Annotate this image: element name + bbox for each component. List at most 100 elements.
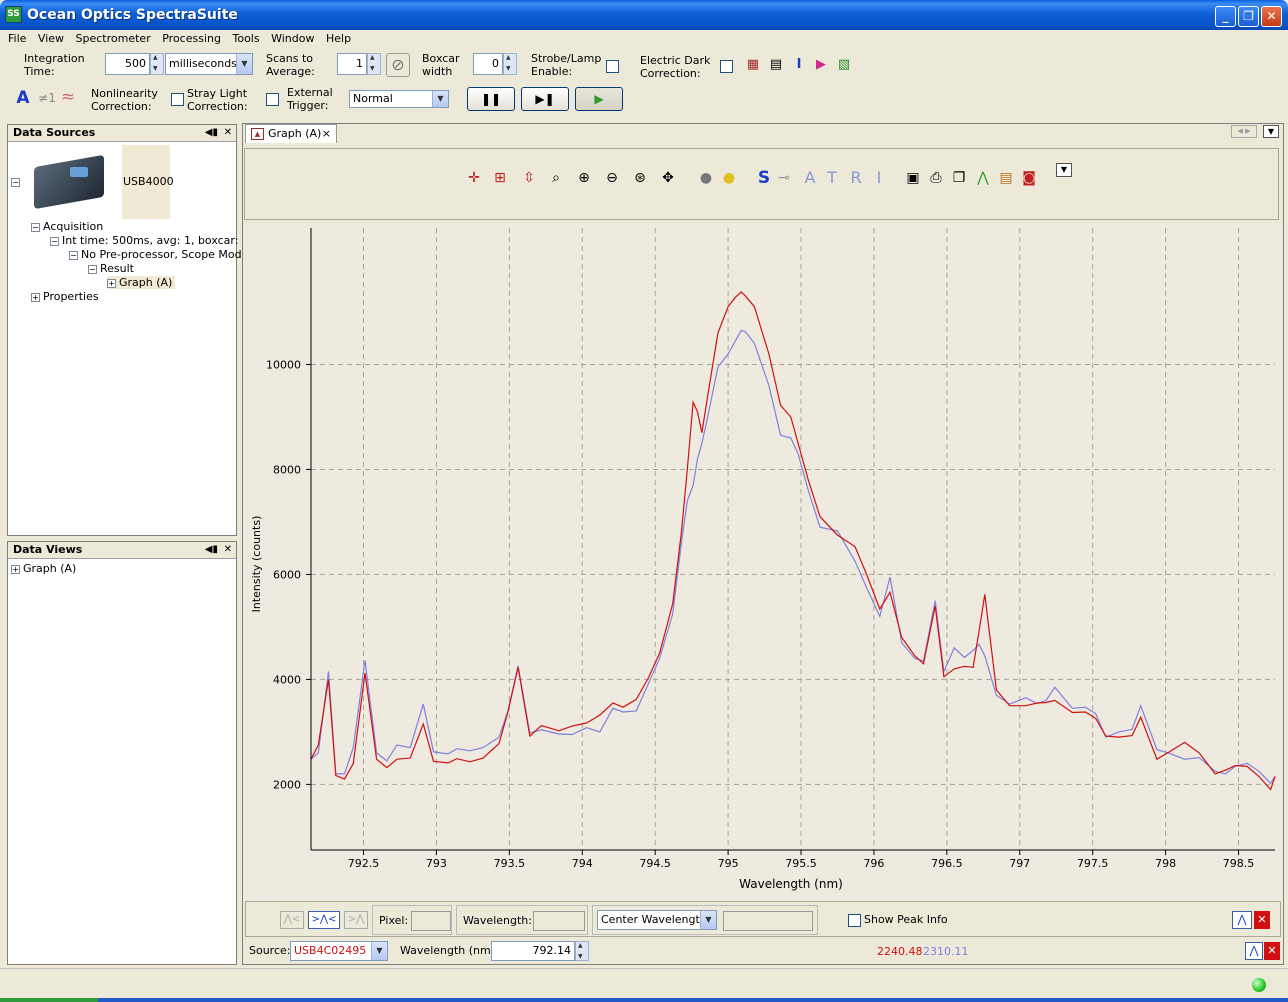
t-mode-icon[interactable]: T [823, 169, 841, 187]
tab-graph-a[interactable]: ▲ Graph (A) × [245, 124, 337, 143]
tree-item-result[interactable]: − Result [88, 262, 134, 275]
pause-button[interactable]: ❚❚ [467, 87, 515, 111]
sample-icon[interactable]: ⊸ [775, 169, 793, 187]
prev-peak-button[interactable]: ⋀< [280, 911, 304, 929]
panel-close-icon[interactable]: ✕ [224, 125, 232, 141]
menu-tools[interactable]: Tools [228, 30, 263, 45]
center-wavelength-select[interactable]: Center Wavelength ▼ [597, 910, 717, 930]
play-button[interactable]: ▶ [575, 87, 623, 111]
a-mode-icon[interactable]: A [801, 169, 819, 187]
device-toggle[interactable]: − [11, 175, 23, 188]
data-view-graph[interactable]: + Graph (A) [11, 562, 76, 575]
show-peak-info-checkbox[interactable] [848, 914, 861, 927]
single-scan-button[interactable]: ▶❚ [521, 87, 569, 111]
tree-item-properties[interactable]: + Properties [31, 290, 99, 303]
tab-scroll-arrows[interactable]: ◀ ▶ [1231, 125, 1257, 138]
integration-units-select[interactable]: milliseconds ▼ [165, 53, 253, 75]
tree-item-acquisition[interactable]: − Acquisition [31, 220, 103, 233]
stop-icon[interactable]: ⊘ [386, 53, 410, 77]
wavelength-nm-spinner[interactable] [575, 941, 589, 961]
menu-spectrometer[interactable]: Spectrometer [72, 30, 155, 45]
close-button[interactable]: ✕ [1261, 6, 1282, 27]
overlay-icon[interactable]: ◙ [1020, 169, 1038, 187]
panel-pin-icon[interactable]: ◀▮ [205, 125, 218, 141]
nonlinearity-icon[interactable]: ≠1 [37, 90, 57, 106]
nonlinearity-checkbox[interactable] [171, 93, 184, 106]
spectrum-chart[interactable]: 792.5 793 793.5 794 794.5 795 795.5 796 796.5 797… [243, 224, 1283, 900]
scale-vertical-icon[interactable]: ⇳ [520, 169, 538, 187]
menu-view[interactable]: View [34, 30, 68, 45]
lightbulb-on-icon[interactable]: ● [720, 169, 738, 187]
source-select[interactable]: USB4C02495 ▼ [290, 941, 388, 961]
maximize-button[interactable]: ❐ [1238, 6, 1259, 27]
play-icon: ▶ [594, 92, 604, 106]
panel-close-icon[interactable]: ✕ [224, 542, 232, 558]
tree-label: No Pre-processor, Scope Mode [81, 248, 249, 261]
s-mode-icon[interactable]: S [755, 169, 773, 187]
peak-icon[interactable]: ⋀ [974, 169, 992, 187]
wave-icon[interactable]: ≈ [60, 89, 76, 106]
a-icon[interactable]: A [15, 90, 31, 107]
menu-processing[interactable]: Processing [158, 30, 225, 45]
zoom-out-icon[interactable]: ⊖ [603, 169, 621, 187]
minimize-button[interactable]: _ [1215, 6, 1236, 27]
close-cursor-icon[interactable]: ✕ [1264, 942, 1280, 960]
strobe-lamp-checkbox[interactable] [606, 60, 619, 73]
pixel-field[interactable] [411, 911, 451, 931]
center-peak-button[interactable]: >⋀< [308, 911, 340, 929]
integration-time-spinner[interactable] [150, 53, 164, 75]
scans-average-spinner[interactable] [367, 53, 381, 75]
scale-to-fit-icon[interactable]: ⊞ [491, 169, 509, 187]
collapse-icon: − [69, 250, 78, 260]
lightbulb-off-icon[interactable]: ● [697, 169, 715, 187]
tree-item-int-time[interactable]: − Int time: 500ms, avg: 1, boxcar: 0 [50, 234, 249, 247]
menu-window[interactable]: Window [267, 30, 318, 45]
data-sources-header: Data Sources ◀▮ ✕ [8, 125, 236, 142]
panel-pin-icon[interactable]: ◀▮ [205, 542, 218, 558]
pause-icon: ❚❚ [480, 92, 502, 106]
tab-list-dropdown[interactable]: ▼ [1263, 125, 1279, 138]
plot-toolbar: ✛ ⊞ ⇳ ⌕ ⊕ ⊖ ⊛ ✥ ● ● S ⊸ A T R I ▣ ⎙ ❐ ⋀ … [244, 148, 1279, 220]
pan-icon[interactable]: ✥ [659, 169, 677, 187]
electric-dark-checkbox[interactable] [720, 60, 733, 73]
integration-time-input[interactable]: 500 [105, 53, 150, 75]
stray-light-checkbox[interactable] [266, 93, 279, 106]
tab-close-icon[interactable]: × [322, 125, 331, 143]
save-icon[interactable]: ▣ [904, 169, 922, 187]
plot-toolbar-dropdown[interactable]: ▼ [1056, 163, 1072, 177]
app-icon: SS [5, 6, 22, 23]
table-icon[interactable]: ▤ [768, 57, 784, 73]
menu-file[interactable]: File [4, 30, 30, 45]
export-icon[interactable]: ▤ [997, 169, 1015, 187]
print-icon[interactable]: ⎙ [927, 169, 945, 187]
copy-icon[interactable]: ❐ [950, 169, 968, 187]
trigger-mode-select[interactable]: Normal ▼ [349, 90, 449, 108]
collapse-icon: − [50, 236, 59, 246]
wavelength-nm-input[interactable]: 792.14 [491, 941, 575, 961]
tree-item-preprocessor[interactable]: − No Pre-processor, Scope Mode [69, 248, 248, 261]
menu-help[interactable]: Help [322, 30, 355, 45]
text-icon[interactable]: Ⅰ [791, 57, 807, 73]
cursor-tool-icon[interactable]: ⋀ [1245, 942, 1263, 960]
tree-label: Int time: 500ms, avg: 1, boxcar: 0 [62, 234, 249, 247]
next-peak-button[interactable]: >⋀ [344, 911, 368, 929]
peak-finder-icon[interactable]: ⋀ [1232, 911, 1252, 929]
zoom-region-icon[interactable]: ⌕ [547, 169, 565, 187]
device-label[interactable]: USB4000 [123, 175, 174, 188]
r-mode-icon[interactable]: R [847, 169, 865, 187]
scans-average-input[interactable]: 1 [337, 53, 367, 75]
center-wavelength-field[interactable] [723, 911, 813, 931]
zoom-in-icon[interactable]: ⊕ [575, 169, 593, 187]
boxcar-width-input[interactable]: 0 [473, 53, 503, 75]
crosshair-icon[interactable]: ✛ [465, 169, 483, 187]
boxcar-width-spinner[interactable] [503, 53, 517, 75]
color-triangle-icon[interactable]: ▶ [813, 57, 829, 73]
y-tick-label: 8000 [273, 463, 301, 476]
tree-item-graph[interactable]: + Graph (A) [107, 276, 176, 289]
close-peak-tools-icon[interactable]: ✕ [1254, 911, 1270, 929]
wavelength-field[interactable] [533, 911, 585, 931]
graph-icon[interactable]: ▦ [745, 57, 761, 73]
spectrum-icon[interactable]: ▧ [836, 57, 852, 73]
i-mode-icon[interactable]: I [870, 169, 888, 187]
zoom-reset-icon[interactable]: ⊛ [631, 169, 649, 187]
